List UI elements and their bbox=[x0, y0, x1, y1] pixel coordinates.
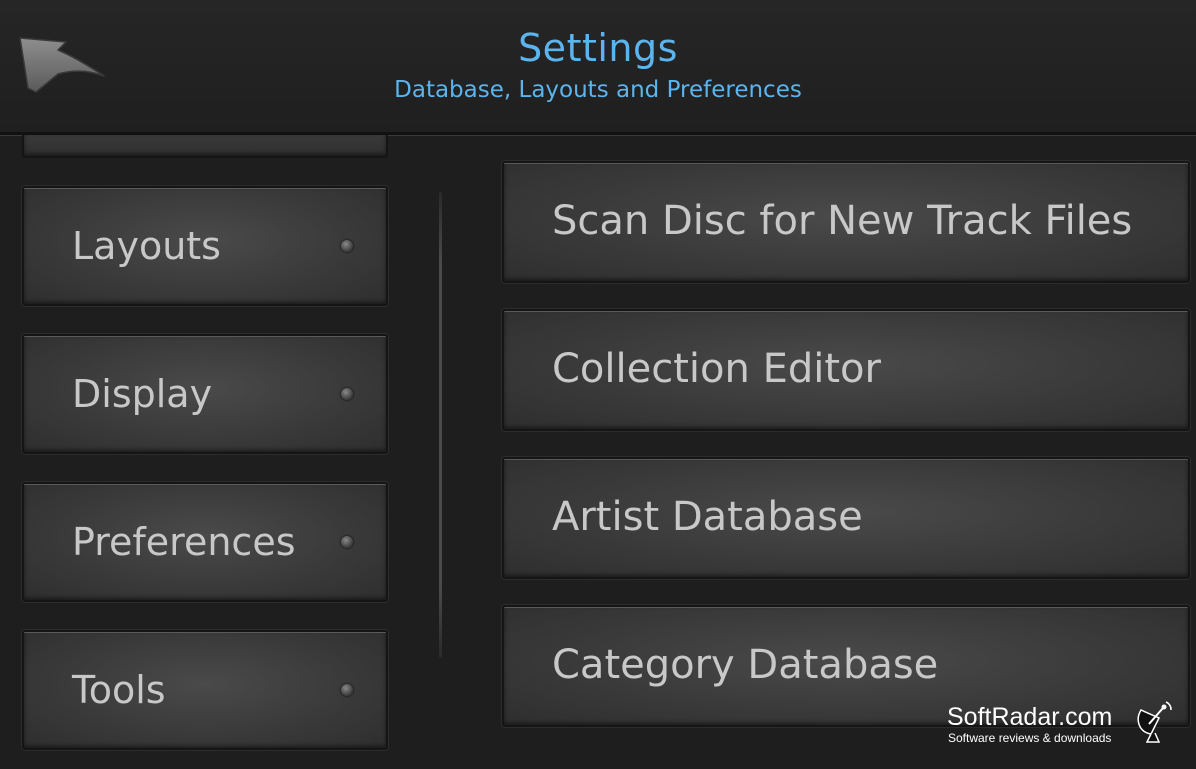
collection-editor-button[interactable]: Collection Editor bbox=[502, 309, 1190, 431]
watermark-tagline: Software reviews & downloads bbox=[948, 731, 1112, 745]
sidebar-item-layouts[interactable]: Layouts bbox=[22, 186, 388, 306]
column-divider bbox=[439, 192, 442, 658]
page-title: Settings bbox=[518, 26, 678, 70]
button-label: Collection Editor bbox=[552, 346, 881, 392]
button-label: Category Database bbox=[552, 642, 939, 688]
sidebar-item-display[interactable]: Display bbox=[22, 334, 388, 454]
header-bar: Settings Database, Layouts and Preferenc… bbox=[0, 0, 1196, 132]
button-label: Scan Disc for New Track Files bbox=[552, 198, 1133, 244]
watermark: SoftRadar.com Software reviews & downloa… bbox=[947, 700, 1187, 750]
indicator-dot-icon bbox=[341, 240, 353, 252]
button-label: Artist Database bbox=[552, 494, 863, 540]
sidebar-item-label: Display bbox=[72, 372, 213, 416]
sidebar-item-preferences[interactable]: Preferences bbox=[22, 482, 388, 602]
scan-disc-button[interactable]: Scan Disc for New Track Files bbox=[502, 161, 1190, 283]
indicator-dot-icon bbox=[341, 536, 353, 548]
sidebar-item-label: Layouts bbox=[72, 224, 221, 268]
sidebar-item-label: Preferences bbox=[72, 520, 296, 564]
sidebar-item-partial[interactable] bbox=[22, 135, 388, 158]
indicator-dot-icon bbox=[341, 684, 353, 696]
artist-database-button[interactable]: Artist Database bbox=[502, 457, 1190, 579]
watermark-name: SoftRadar.com bbox=[947, 703, 1113, 731]
indicator-dot-icon bbox=[341, 388, 353, 400]
page-subtitle: Database, Layouts and Preferences bbox=[394, 77, 802, 103]
sidebar-item-label: Tools bbox=[72, 668, 166, 712]
sidebar-item-tools[interactable]: Tools bbox=[22, 630, 388, 750]
satellite-dish-icon bbox=[1137, 701, 1172, 743]
